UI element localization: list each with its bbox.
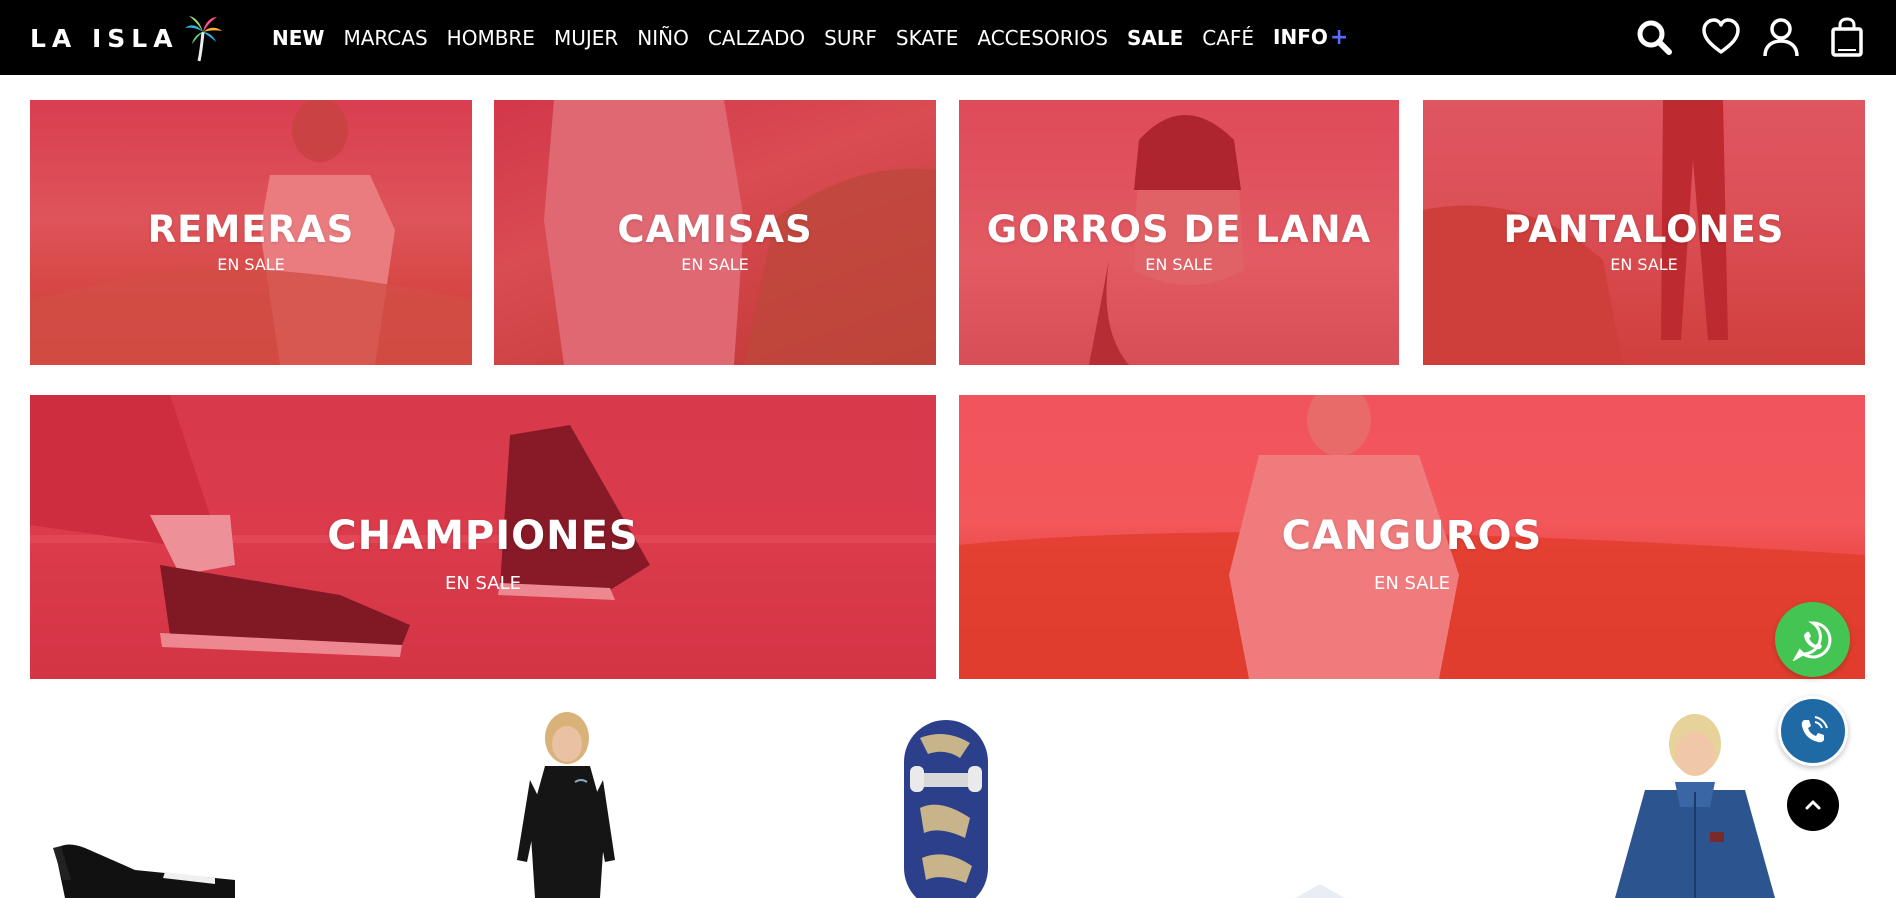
tile-caption: CAMISAS EN SALE [494, 208, 936, 274]
product-image-sneaker[interactable] [45, 840, 235, 898]
tile-title: CAMISAS [617, 208, 813, 251]
search-icon[interactable] [1633, 16, 1675, 58]
tile-title: PANTALONES [1503, 208, 1785, 251]
nav-item-info-label: INFO [1273, 25, 1328, 49]
product-image-item[interactable] [1290, 880, 1350, 898]
category-tile-gorros-de-lana[interactable]: GORROS DE LANA EN SALE [959, 100, 1399, 365]
nav-item-cafe[interactable]: CAFÉ [1202, 26, 1254, 50]
nav-item-accesorios[interactable]: ACCESORIOS [977, 26, 1108, 50]
site-header: LA ISLA NEW MARCAS HOMBRE MUJER NIÑO CAL… [0, 0, 1896, 75]
category-tile-championes[interactable]: CHAMPIONES EN SALE [30, 395, 936, 679]
nav-item-nino[interactable]: NIÑO [637, 26, 689, 50]
tile-caption: GORROS DE LANA EN SALE [959, 208, 1399, 274]
chevron-up-icon [1805, 800, 1821, 810]
tile-caption: PANTALONES EN SALE [1423, 208, 1865, 274]
tile-title: CANGUROS [1281, 513, 1543, 559]
phone-icon [1801, 716, 1828, 743]
product-image-wetsuit[interactable] [505, 710, 635, 898]
tile-caption: REMERAS EN SALE [30, 208, 472, 274]
nav-item-marcas[interactable]: MARCAS [343, 26, 427, 50]
product-image-skateboard[interactable] [900, 718, 992, 898]
site-logo[interactable]: LA ISLA [30, 14, 223, 62]
tile-subtitle: EN SALE [444, 573, 522, 594]
category-tile-camisas[interactable]: CAMISAS EN SALE [494, 100, 936, 365]
tile-caption: CHAMPIONES EN SALE [30, 513, 936, 594]
tile-caption: CANGUROS EN SALE [959, 513, 1865, 594]
tile-title: GORROS DE LANA [986, 208, 1372, 251]
tile-subtitle: EN SALE [681, 255, 749, 274]
tile-subtitle: EN SALE [1145, 255, 1213, 274]
call-button[interactable] [1778, 696, 1848, 766]
tile-title: CHAMPIONES [327, 513, 639, 559]
nav-item-surf[interactable]: SURF [824, 26, 877, 50]
user-icon[interactable] [1760, 16, 1802, 58]
nav-item-mujer[interactable]: MUJER [554, 26, 618, 50]
tile-subtitle: EN SALE [217, 255, 285, 274]
category-tile-canguros[interactable]: CANGUROS EN SALE [959, 395, 1865, 679]
whatsapp-button[interactable] [1775, 602, 1850, 677]
nav-item-skate[interactable]: SKATE [896, 26, 958, 50]
palm-tree-icon [184, 16, 222, 62]
nav-item-info[interactable]: INFO+ [1273, 25, 1348, 50]
logo-text: LA ISLA [30, 23, 179, 53]
scroll-to-top-button[interactable] [1787, 779, 1839, 831]
plus-icon: + [1329, 25, 1349, 50]
heart-icon[interactable] [1700, 16, 1742, 58]
tile-subtitle: EN SALE [1610, 255, 1678, 274]
nav-item-hombre[interactable]: HOMBRE [447, 26, 535, 50]
tile-title: REMERAS [147, 208, 355, 251]
shopping-bag-icon[interactable] [1826, 16, 1868, 58]
nav-item-new[interactable]: NEW [272, 26, 324, 50]
tile-subtitle: EN SALE [1373, 573, 1451, 594]
nav-item-calzado[interactable]: CALZADO [708, 26, 805, 50]
nav-item-sale[interactable]: SALE [1127, 26, 1183, 50]
category-tile-remeras[interactable]: REMERAS EN SALE [30, 100, 472, 365]
product-image-fleece-jacket[interactable] [1600, 712, 1790, 898]
whatsapp-icon [1792, 620, 1831, 661]
main-nav: NEW MARCAS HOMBRE MUJER NIÑO CALZADO SUR… [272, 0, 1367, 75]
category-tile-pantalones[interactable]: PANTALONES EN SALE [1423, 100, 1865, 365]
